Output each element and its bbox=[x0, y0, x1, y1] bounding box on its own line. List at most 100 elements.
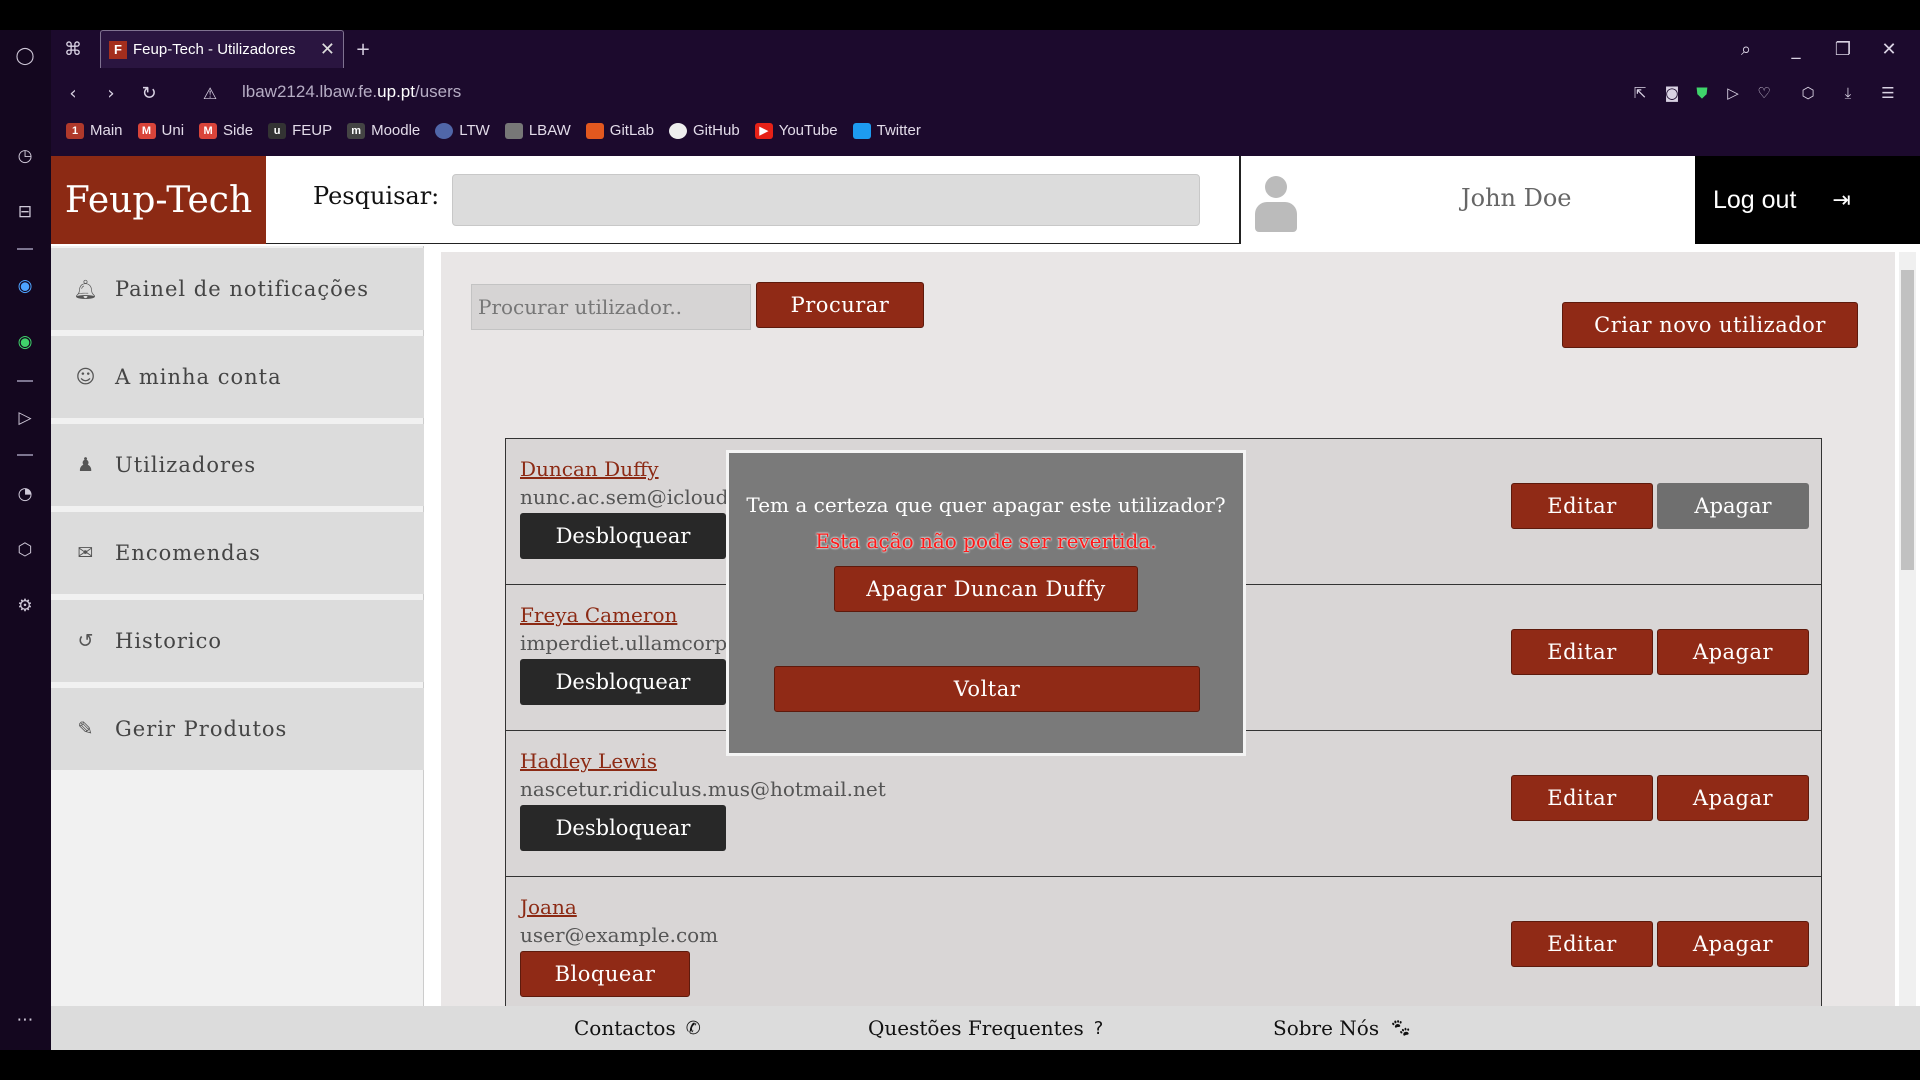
tab-title: Feup-Tech - Utilizadores bbox=[133, 41, 296, 58]
camera-icon[interactable]: ◙ bbox=[1661, 82, 1683, 104]
speed-dial-icon[interactable]: ◷ bbox=[13, 144, 37, 168]
extension-box-icon[interactable]: ⬡ bbox=[1797, 82, 1819, 104]
logout-label: Log out bbox=[1713, 185, 1797, 214]
browser-chrome: ⌘ F Feup-Tech - Utilizadores ✕ + ⌕ _ ❐ ✕… bbox=[51, 30, 1920, 156]
page-scrollbar[interactable] bbox=[1899, 252, 1916, 1050]
share-icon[interactable]: ⇱ bbox=[1629, 82, 1651, 104]
bookmark-uni[interactable]: M Uni bbox=[137, 122, 184, 139]
bookmark-moodle[interactable]: m Moodle bbox=[347, 122, 420, 139]
site-search-input[interactable] bbox=[452, 174, 1200, 226]
moodle-icon: m bbox=[347, 122, 366, 139]
download-icon[interactable]: ⤓ bbox=[1837, 82, 1859, 104]
confirm-delete-button[interactable]: Apagar Duncan Duffy bbox=[834, 566, 1138, 612]
nav-label: A minha conta bbox=[115, 365, 282, 389]
nav-item-notifications[interactable]: 🔔︎ Painel de notificações bbox=[51, 248, 424, 330]
address-bar[interactable]: lbaw2124.lbaw.fe.up.pt/users bbox=[242, 82, 461, 102]
shield-icon[interactable]: ⛊ bbox=[1691, 82, 1713, 104]
history-clock-icon[interactable]: ◔ bbox=[13, 482, 37, 506]
user-search-input[interactable]: Procurar utilizador.. bbox=[471, 284, 751, 330]
user-email: user@example.com bbox=[520, 923, 719, 947]
bookmark-label: FEUP bbox=[292, 122, 333, 139]
bookmark-youtube[interactable]: ▶ YouTube bbox=[754, 122, 838, 139]
search-tabs-icon[interactable]: ⌕ bbox=[1734, 36, 1758, 62]
gamepad-icon[interactable]: ⌘ bbox=[61, 38, 85, 60]
back-icon[interactable]: ‹ bbox=[61, 80, 85, 106]
delete-button[interactable]: Apagar bbox=[1657, 629, 1809, 675]
bookmark-side[interactable]: M Side bbox=[199, 122, 253, 139]
bookmark-lbaw[interactable]: LBAW bbox=[504, 122, 571, 139]
restore-icon[interactable]: ❐ bbox=[1831, 36, 1855, 62]
bookmark-github[interactable]: GitHub bbox=[669, 122, 740, 139]
opera-logo-icon[interactable]: ◯ bbox=[13, 44, 37, 68]
question-circle-icon: ? bbox=[1093, 1017, 1104, 1039]
edit-button[interactable]: Editar bbox=[1511, 629, 1653, 675]
send-icon[interactable]: ▷ bbox=[1722, 82, 1744, 104]
bookmark-main[interactable]: 1 Main bbox=[66, 122, 123, 139]
close-window-icon[interactable]: ✕ bbox=[1877, 36, 1901, 62]
footer-about[interactable]: Sobre Nós 🐾︎ bbox=[1273, 1016, 1412, 1040]
new-tab-icon[interactable]: + bbox=[351, 36, 375, 62]
reload-icon[interactable]: ↻ bbox=[137, 80, 161, 106]
unblock-button[interactable]: Desbloquear bbox=[520, 659, 726, 705]
bell-icon: 🔔︎ bbox=[73, 278, 99, 301]
footer-faq[interactable]: Questões Frequentes? bbox=[868, 1016, 1103, 1040]
heart-icon[interactable]: ♡ bbox=[1753, 82, 1775, 104]
gitlab-icon bbox=[585, 122, 604, 139]
user-name-link[interactable]: Hadley Lewis bbox=[520, 749, 657, 773]
bookmark-label: Moodle bbox=[371, 122, 421, 139]
bookmark-twitter[interactable]: Twitter bbox=[852, 122, 921, 139]
messenger-icon[interactable]: ◉ bbox=[13, 274, 37, 298]
back-button[interactable]: Voltar bbox=[774, 666, 1200, 712]
edit-icon: ✎ bbox=[77, 718, 95, 740]
delete-button[interactable]: Apagar bbox=[1657, 483, 1809, 529]
user-name-link[interactable]: Freya Cameron bbox=[520, 603, 677, 627]
nav-item-manage-products[interactable]: ✎ Gerir Produtos bbox=[51, 688, 424, 770]
nav-item-history[interactable]: ↺ Historico bbox=[51, 600, 424, 682]
warning-icon[interactable]: ⚠ bbox=[198, 80, 222, 106]
delete-button[interactable]: Apagar bbox=[1657, 775, 1809, 821]
bookmark-feup[interactable]: u FEUP bbox=[268, 122, 332, 139]
forward-icon[interactable]: › bbox=[99, 80, 123, 106]
edit-button[interactable]: Editar bbox=[1511, 483, 1653, 529]
bookmark-gitlab[interactable]: GitLab bbox=[585, 122, 654, 139]
minimize-icon[interactable]: _ bbox=[1784, 36, 1808, 62]
edit-button[interactable]: Editar bbox=[1511, 775, 1653, 821]
tab-feup-tech[interactable]: F Feup-Tech - Utilizadores ✕ bbox=[100, 30, 344, 68]
nav-item-orders[interactable]: ✉ Encomendas bbox=[51, 512, 424, 594]
player-icon[interactable]: ▷ bbox=[13, 406, 37, 430]
more-dots-icon[interactable]: ⋯ bbox=[13, 1008, 37, 1032]
footer-contacts[interactable]: Contactos ✆ bbox=[574, 1016, 701, 1040]
settings-gear-icon[interactable]: ⚙ bbox=[13, 594, 37, 618]
scrollbar-thumb[interactable] bbox=[1901, 270, 1914, 570]
nav-item-users[interactable]: ♟ Utilizadores bbox=[51, 424, 424, 506]
nav-item-account[interactable]: ☺ A minha conta bbox=[51, 336, 424, 418]
search-button[interactable]: Procurar bbox=[756, 282, 924, 328]
whatsapp-icon[interactable]: ◉ bbox=[13, 330, 37, 354]
site-header: Feup-Tech Pesquisar: John Doe Log out ⇥ bbox=[51, 156, 1920, 244]
bookmark-label: LBAW bbox=[528, 122, 571, 139]
site-logo[interactable]: Feup-Tech bbox=[51, 156, 266, 244]
bookmark-ltw[interactable]: LTW bbox=[435, 122, 490, 139]
bookmark-label: YouTube bbox=[778, 122, 838, 139]
delete-button[interactable]: Apagar bbox=[1657, 921, 1809, 967]
close-tab-icon[interactable]: ✕ bbox=[320, 39, 335, 60]
extensions-cube-icon[interactable]: ⬡ bbox=[13, 538, 37, 562]
username: John Doe bbox=[1461, 184, 1572, 212]
logout-button[interactable]: Log out ⇥ bbox=[1695, 156, 1920, 244]
users-icon: 🐾︎ bbox=[1389, 1017, 1412, 1039]
user-name-link[interactable]: Joana bbox=[520, 895, 577, 919]
edit-button[interactable]: Editar bbox=[1511, 921, 1653, 967]
user-email: imperdiet.ullamcorpe bbox=[520, 631, 739, 655]
bookmark-label: GitLab bbox=[609, 122, 654, 139]
user-name-link[interactable]: Duncan Duffy bbox=[520, 457, 659, 481]
create-user-button[interactable]: Criar novo utilizador bbox=[1562, 302, 1858, 348]
easy-setup-icon[interactable]: ☰ bbox=[1877, 82, 1899, 104]
nav-label: Encomendas bbox=[115, 541, 261, 565]
unblock-button[interactable]: Desbloquear bbox=[520, 513, 726, 559]
unblock-button[interactable]: Desbloquear bbox=[520, 805, 726, 851]
shopping-icon[interactable]: ⊟ bbox=[13, 200, 37, 224]
user-box[interactable]: John Doe bbox=[1239, 156, 1695, 244]
delete-confirm-modal: Tem a certeza que quer apagar este utili… bbox=[726, 450, 1246, 756]
block-button[interactable]: Bloquear bbox=[520, 951, 690, 997]
bookmarks-bar: 1 Main M Uni M Side u FEUP m Moodle LTW LBAW … bbox=[66, 122, 921, 139]
